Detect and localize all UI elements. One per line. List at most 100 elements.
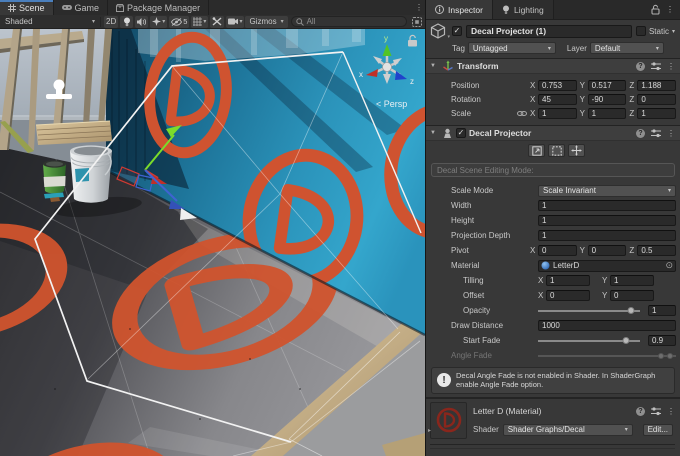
scale-z-field[interactable]: 1 (637, 108, 676, 119)
component-enabled-checkbox[interactable]: ✓ (456, 128, 466, 138)
tab-lighting[interactable]: Lighting (493, 0, 554, 19)
pivot-y-field[interactable]: 0 (588, 245, 627, 256)
material-object-field[interactable]: LetterD ⊙ (538, 260, 676, 272)
constrain-proportions-icon[interactable] (516, 109, 528, 118)
tab-scene[interactable]: Scene (0, 0, 54, 15)
position-x-field[interactable]: 0.753 (538, 80, 577, 91)
edit-scale-mode-button[interactable] (528, 144, 545, 157)
opacity-slider[interactable] (538, 305, 640, 316)
start-fade-field[interactable]: 0.9 (648, 335, 676, 346)
scene-viewport[interactable]: y x z < Persp (0, 29, 425, 456)
tag-label: Tag (452, 44, 465, 53)
scale-x-field[interactable]: 1 (538, 108, 577, 119)
transform-header[interactable]: ▼ Transform ? ⋮ (426, 58, 680, 74)
scene-grid-dropdown[interactable]: ▾ (191, 16, 208, 28)
material-menu-icon[interactable]: ⋮ (667, 407, 675, 416)
height-field[interactable]: 1 (538, 215, 676, 226)
gameobject-enabled-checkbox[interactable]: ✓ (452, 26, 462, 36)
rotation-x-field[interactable]: 45 (538, 94, 577, 105)
offset-x-field[interactable]: 0 (546, 290, 590, 301)
shading-mode-dropdown[interactable]: Shaded▾ (2, 16, 98, 28)
unity-editor-window: Scene Game Package Manager ⋮ Shaded▾ 2D (0, 0, 680, 456)
help-icon[interactable]: ? (636, 407, 645, 416)
material-foldout-icon[interactable]: ▸ (428, 427, 431, 434)
draw-distance-field[interactable]: 1000 (538, 320, 676, 331)
angle-fade-warning-box: ! Decal Angle Fade is not enabled in Sha… (431, 367, 675, 394)
start-fade-slider[interactable] (538, 335, 640, 346)
pivot-z-field[interactable]: 0.5 (637, 245, 676, 256)
edit-crop-mode-button[interactable] (548, 144, 565, 157)
hidden-count: 5 (183, 17, 187, 26)
edit-pivot-mode-button[interactable] (568, 144, 585, 157)
chevron-down-icon: ▾ (447, 34, 450, 40)
position-y-field[interactable]: 0.517 (588, 80, 627, 91)
perspective-toggle[interactable]: < Persp (376, 99, 407, 109)
projection-depth-row: Projection Depth 1 (426, 228, 680, 243)
scene-tab-menu-icon[interactable]: ⋮ (413, 0, 425, 15)
scale-mode-row: Scale Mode Scale Invariant▾ (426, 183, 680, 198)
toggle-2d-button[interactable]: 2D (104, 16, 118, 28)
component-menu-icon[interactable]: ⋮ (667, 129, 675, 138)
static-flags-caret[interactable]: ▾ (672, 28, 675, 35)
pivot-row: Pivot X0 Y0 Z0.5 (426, 243, 680, 258)
help-icon[interactable]: ? (636, 62, 645, 71)
rotation-z-field[interactable]: 0 (637, 94, 676, 105)
scene-lighting-toggle[interactable] (120, 16, 133, 28)
tiling-x-field[interactable]: 1 (546, 275, 590, 286)
scene-audio-toggle[interactable] (135, 16, 148, 28)
scene-effects-dropdown[interactable]: ▾ (150, 16, 167, 28)
static-checkbox[interactable]: ✓ (636, 26, 646, 36)
scale-y-field[interactable]: 1 (588, 108, 627, 119)
grid-icon (193, 17, 202, 26)
lightbulb-icon (123, 17, 131, 27)
scene-search-field[interactable]: All (291, 16, 407, 27)
pivot-x-field[interactable]: 0 (538, 245, 577, 256)
speaker-icon (137, 18, 146, 26)
help-icon[interactable]: ? (636, 129, 645, 138)
static-label: Static (649, 27, 669, 36)
tab-game-label: Game (75, 3, 100, 13)
shader-edit-button[interactable]: Edit... (643, 424, 673, 436)
presets-icon[interactable] (651, 62, 661, 71)
foldout-icon[interactable]: ▼ (430, 130, 439, 136)
opacity-field[interactable]: 1 (648, 305, 676, 316)
position-z-field[interactable]: 1.188 (637, 80, 676, 91)
gameobject-icon[interactable]: ▾ (430, 23, 448, 39)
camera-icon (228, 18, 238, 25)
layer-label: Layer (567, 44, 587, 53)
component-menu-icon[interactable]: ⋮ (667, 62, 675, 71)
offset-y-field[interactable]: 0 (610, 290, 654, 301)
gizmos-dropdown[interactable]: Gizmos▾ (245, 16, 287, 28)
presets-icon[interactable] (651, 407, 661, 416)
inspector-tab-bar: Inspector Lighting ⋮ (426, 0, 680, 20)
width-field[interactable]: 1 (538, 200, 676, 211)
scene-tools-button[interactable] (210, 16, 224, 28)
scene-camera-dropdown[interactable]: ▾ (226, 16, 244, 28)
layer-dropdown[interactable]: Default▾ (590, 42, 664, 54)
tab-game[interactable]: Game (54, 0, 109, 15)
search-picker-button[interactable] (410, 16, 423, 28)
shader-label: Shader (473, 425, 499, 434)
presets-icon[interactable] (651, 129, 661, 138)
scene-visibility-toggle[interactable]: 5 (169, 16, 189, 28)
foldout-icon[interactable]: ▼ (430, 63, 439, 69)
scene-panel: Scene Game Package Manager ⋮ Shaded▾ 2D (0, 0, 425, 456)
tag-dropdown[interactable]: Untagged▾ (468, 42, 556, 54)
projection-depth-field[interactable]: 1 (538, 230, 676, 241)
gameobject-name-field[interactable]: Decal Projector (1) (466, 25, 632, 38)
object-picker-icon[interactable]: ⊙ (665, 261, 673, 270)
tab-package-manager[interactable]: Package Manager (108, 0, 209, 15)
inspector-panel: Inspector Lighting ⋮ ▾ ✓ Decal Projector… (425, 0, 680, 456)
axis-x-label: x (359, 70, 363, 79)
rotation-y-field[interactable]: -90 (588, 94, 627, 105)
scale-mode-dropdown[interactable]: Scale Invariant▾ (538, 185, 676, 197)
lock-icon[interactable] (651, 4, 660, 15)
inspector-menu-icon[interactable]: ⋮ (666, 5, 674, 14)
decal-projector-title: Decal Projector (469, 128, 531, 138)
chevron-down-icon: ▾ (203, 18, 206, 25)
tab-inspector[interactable]: Inspector (426, 0, 493, 19)
material-editor: Letter D (Material) ? ⋮ Shader Shader Gr… (426, 397, 680, 449)
shader-dropdown[interactable]: Shader Graphs/Decal▾ (503, 424, 633, 436)
decal-projector-header[interactable]: ▼ ✓ Decal Projector ? ⋮ (426, 125, 680, 141)
tiling-y-field[interactable]: 1 (610, 275, 654, 286)
